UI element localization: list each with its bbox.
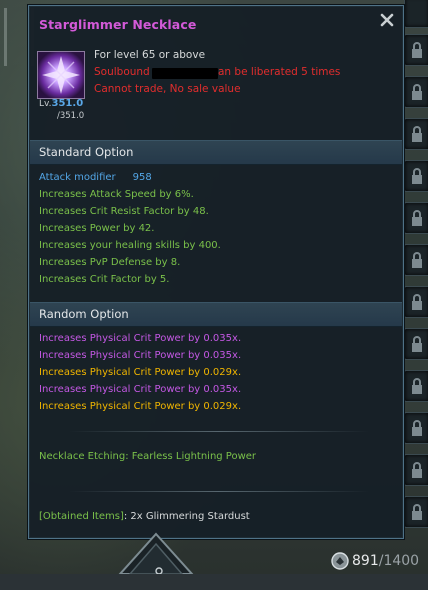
random-option: Increases Physical Crit Power by 0.029x. xyxy=(39,401,242,412)
item-title: Starglimmer Necklace xyxy=(39,17,197,32)
obtained-items-value: : 2x Glimmering Stardust xyxy=(123,511,250,522)
item-tooltip: Starglimmer Necklace Lv.351.0 /351.0 For… xyxy=(28,5,404,539)
inventory-slot-locked[interactable] xyxy=(404,76,428,108)
inventory-slot-locked[interactable] xyxy=(404,202,428,234)
random-option-header: Random Option xyxy=(30,302,402,327)
necklace-etching: Necklace Etching: Fearless Lightning Pow… xyxy=(39,451,257,462)
item-level: Lv.351.0 xyxy=(39,98,83,109)
lock-icon xyxy=(412,420,422,436)
random-option-title: Random Option xyxy=(39,307,129,321)
attack-modifier-value: 958 xyxy=(132,172,152,183)
inventory-slot-locked[interactable] xyxy=(404,412,428,444)
inventory-slot-locked[interactable] xyxy=(404,286,428,318)
liberation-text: an be liberated 5 times xyxy=(218,66,341,78)
lock-icon xyxy=(412,126,422,142)
standard-option: Increases Crit Factor by 5. xyxy=(39,274,170,285)
close-icon xyxy=(380,13,394,27)
lock-icon xyxy=(412,168,422,184)
lock-icon xyxy=(412,42,422,58)
lock-icon xyxy=(412,378,422,394)
starglimmer-gem-icon xyxy=(38,52,84,98)
inventory-slot-locked[interactable] xyxy=(404,370,428,402)
trade-status: Cannot trade, No sale value xyxy=(94,83,241,95)
inventory-slot-locked[interactable] xyxy=(404,244,428,276)
redacted-text xyxy=(152,68,218,79)
attack-modifier-label: Attack modifier xyxy=(39,172,116,183)
lock-icon xyxy=(412,462,422,478)
standard-option: Increases your healing skills by 400. xyxy=(39,240,221,251)
soulbound-prefix: Soulbound xyxy=(94,66,150,78)
diamond-frame-icon xyxy=(117,532,195,575)
inventory-slot[interactable] xyxy=(404,0,428,28)
inventory-slot-locked[interactable] xyxy=(404,496,428,528)
currency-amount: 891/1400 xyxy=(352,553,419,569)
inventory-slot-locked[interactable] xyxy=(404,34,428,66)
lock-icon xyxy=(412,252,422,268)
inventory-slot-locked[interactable] xyxy=(404,160,428,192)
lock-icon xyxy=(412,336,422,352)
currency-current: 891 xyxy=(352,553,379,569)
standard-option: Increases Crit Resist Factor by 48. xyxy=(39,206,209,217)
lock-icon xyxy=(412,210,422,226)
divider xyxy=(69,491,369,492)
random-option: Increases Physical Crit Power by 0.029x. xyxy=(39,367,242,378)
standard-option-header: Standard Option xyxy=(30,140,402,165)
close-button[interactable] xyxy=(377,10,397,30)
random-option: Increases Physical Crit Power by 0.035x. xyxy=(39,384,242,395)
necklace-item-icon xyxy=(37,51,85,99)
lock-icon xyxy=(412,84,422,100)
attack-modifier-row: Attack modifier 958 xyxy=(39,172,152,183)
standard-option: Increases PvP Defense by 8. xyxy=(39,257,181,268)
level-requirement: For level 65 or above xyxy=(94,49,206,61)
currency-max: 1400 xyxy=(383,553,420,569)
random-option: Increases Physical Crit Power by 0.035x. xyxy=(39,350,242,361)
obtained-items-label: [Obtained Items] xyxy=(39,511,124,522)
divider xyxy=(69,431,369,432)
standard-option: Increases Power by 42. xyxy=(39,223,155,234)
inventory-slot-column xyxy=(402,0,428,574)
inventory-slot-locked[interactable] xyxy=(404,118,428,150)
item-level-label: Lv. xyxy=(39,99,52,109)
coin-stack-icon xyxy=(331,552,349,570)
lock-icon xyxy=(412,504,422,520)
item-level-max: /351.0 xyxy=(57,111,85,121)
inventory-slot-locked[interactable] xyxy=(404,454,428,486)
item-level-value: 351.0 xyxy=(51,98,84,109)
standard-option-title: Standard Option xyxy=(39,145,134,159)
obtained-items-row: [Obtained Items]: 2x Glimmering Stardust xyxy=(39,511,250,522)
standard-option: Increases Attack Speed by 6%. xyxy=(39,189,194,200)
hotbar-gem-frame xyxy=(116,530,196,590)
random-option: Increases Physical Crit Power by 0.035x. xyxy=(39,333,242,344)
inventory-slot-locked[interactable] xyxy=(404,328,428,360)
lock-icon xyxy=(412,294,422,310)
